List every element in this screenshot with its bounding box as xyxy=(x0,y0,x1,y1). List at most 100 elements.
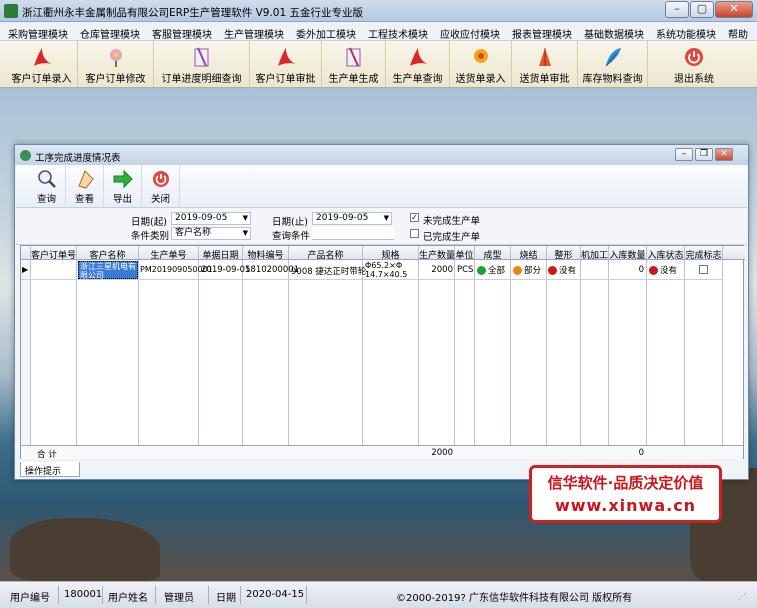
condition-type-label: 条件类别 xyxy=(131,231,170,242)
status-green-icon xyxy=(477,266,486,275)
promo-url[interactable]: www.xinwa.cn xyxy=(532,496,719,515)
cell-customer: 浙江三星机电有限公司 xyxy=(80,262,136,280)
view-button[interactable]: 查看 xyxy=(66,165,104,207)
child-toolbar: 查询 查看 导出 关闭 xyxy=(16,165,747,208)
table-row[interactable]: ▶ 浙江三星机电有限公司 PM201909050001 2019-09-05 1… xyxy=(21,261,723,280)
dropdown-arrow-icon: ▼ xyxy=(242,229,248,237)
progress-report-window: 工序完成进度情况表 – ❐ ✕ 查询 查看 导出 关闭 日期(起) 2019-0… xyxy=(14,144,749,480)
toolbar-stock-query[interactable]: 库存物料查询 xyxy=(578,41,648,87)
cell-spec-line2[interactable]: 14.7×40.5 xyxy=(365,270,407,279)
export-button[interactable]: 导出 xyxy=(104,165,142,207)
menu-purchase[interactable]: 采购管理模块 xyxy=(0,22,72,41)
magnifier-icon xyxy=(37,170,56,188)
tab-operation-hints[interactable]: 操作提示 xyxy=(20,462,80,477)
power-icon xyxy=(685,48,703,66)
toolbar-order-edit[interactable]: 客户订单修改 xyxy=(78,41,154,87)
child-title-bar: 工序完成进度情况表 – ❐ ✕ xyxy=(15,145,748,165)
status-orange-icon xyxy=(513,266,522,275)
row-pointer-icon: ▶ xyxy=(22,265,29,274)
cell-sintering[interactable]: 部分 xyxy=(513,264,541,276)
date-value: 2020-04-15 xyxy=(246,589,305,600)
cell-in-qty[interactable]: 0 xyxy=(609,265,644,275)
pdf-icon xyxy=(33,48,52,66)
window-title: 浙江衢州永丰金属制品有限公司ERP生产管理软件 V9.01 五金行业专业版 xyxy=(22,7,363,19)
menu-help[interactable]: 帮助 xyxy=(720,22,752,41)
app-icon xyxy=(4,4,18,18)
total-qty: 2000 xyxy=(431,448,453,458)
menu-production[interactable]: 生产管理模块 xyxy=(216,22,288,41)
date-to-picker[interactable]: 2019-09-05 ▼ xyxy=(312,212,392,225)
total-in-qty: 0 xyxy=(638,448,644,458)
toolbar-prod-query[interactable]: 生产单查询 xyxy=(386,41,450,87)
child-restore-button[interactable]: ❐ xyxy=(695,148,713,161)
finished-label: 已完成生产单 xyxy=(423,232,481,243)
menu-finance[interactable]: 应收应付模块 xyxy=(432,22,504,41)
progress-table: 客户订单号 客户名称 生产单号 单据日期 物料编号 产品名称 规格 生产数量 单… xyxy=(20,245,745,460)
close-button[interactable]: ✕ xyxy=(715,1,753,18)
condition-type-select[interactable]: 客户名称 ▼ xyxy=(171,227,251,240)
rock-left xyxy=(10,518,160,581)
user-name-value: 管理员 xyxy=(164,593,194,604)
maximize-button[interactable]: ▢ xyxy=(690,1,714,18)
query-button[interactable]: 查询 xyxy=(28,165,66,207)
toolbar-order-entry[interactable]: 客户订单录入 xyxy=(6,41,78,87)
status-bar: 用户编号 180001 用户姓名 管理员 日期 2020-04-15 ©2000… xyxy=(0,581,757,608)
cell-customer-selected[interactable]: 浙江三星机电有限公司 xyxy=(78,261,138,280)
toolbar-delivery-entry[interactable]: 送货单录入 xyxy=(450,41,512,87)
menu-service[interactable]: 客服管理模块 xyxy=(144,22,216,41)
child-title: 工序完成进度情况表 xyxy=(35,153,121,164)
date-from-label: 日期(起) xyxy=(131,217,167,228)
date-from-picker[interactable]: 2019-09-05 ▼ xyxy=(171,212,251,225)
table-body-lines xyxy=(21,260,723,445)
toolbar-delivery-approve[interactable]: 送货单审批 xyxy=(512,41,578,87)
date-label: 日期 xyxy=(216,593,236,604)
child-close-button[interactable]: ✕ xyxy=(715,148,733,161)
toolbar-prod-generate[interactable]: 生产单生成 xyxy=(322,41,386,87)
user-no-value: 180001 xyxy=(64,589,103,600)
menu-reports[interactable]: 报表管理模块 xyxy=(504,22,576,41)
cell-date[interactable]: 2019-09-05 xyxy=(201,265,250,275)
menu-outsource[interactable]: 委外加工模块 xyxy=(288,22,360,41)
toolbar-progress-query[interactable]: 订单进度明细查询 xyxy=(154,41,250,87)
flower-icon xyxy=(538,48,551,66)
toolbar-exit[interactable]: 退出系统 xyxy=(648,41,740,87)
cell-in-status[interactable]: 没有 xyxy=(649,264,677,276)
minimize-button[interactable]: – xyxy=(665,1,689,18)
clip-icon xyxy=(194,47,208,67)
close-window-button[interactable]: 关闭 xyxy=(142,165,180,207)
user-no-label: 用户编号 xyxy=(10,593,50,604)
total-row: 合 计 2000 0 xyxy=(21,445,743,460)
condition-input[interactable] xyxy=(312,227,394,240)
resize-grip-icon[interactable]: ⋰ xyxy=(738,592,746,601)
menu-warehouse[interactable]: 仓库管理模块 xyxy=(72,22,144,41)
window-icon xyxy=(20,150,31,161)
status-red-icon xyxy=(649,266,658,275)
cell-forming[interactable]: 全部 xyxy=(477,264,505,276)
child-minimize-button[interactable]: – xyxy=(675,148,693,161)
power-icon xyxy=(152,171,169,187)
unfinished-checkbox[interactable]: ✓ xyxy=(410,213,419,222)
pdf-icon xyxy=(277,48,296,66)
cell-shaping[interactable]: 没有 xyxy=(548,264,576,276)
done-flag-checkbox[interactable] xyxy=(699,265,708,274)
menu-engineering[interactable]: 工程技术模块 xyxy=(360,22,432,41)
finished-checkbox[interactable] xyxy=(410,229,419,238)
toolbar-order-approve[interactable]: 客户订单审批 xyxy=(250,41,322,87)
dropdown-arrow-icon: ▼ xyxy=(383,214,389,222)
unfinished-label: 未完成生产单 xyxy=(423,216,481,227)
feather-icon xyxy=(605,48,621,67)
promo-banner: 信华软件·品质决定价值 www.xinwa.cn xyxy=(529,465,722,523)
menu-system[interactable]: 系统功能模块 xyxy=(648,22,720,41)
title-bar: 浙江衢州永丰金属制品有限公司ERP生产管理软件 V9.01 五金行业专业版 – … xyxy=(0,0,757,22)
status-red-icon xyxy=(548,266,557,275)
flower-icon xyxy=(473,49,488,63)
cell-product[interactable]: 9008 捷达正时带轮 xyxy=(291,265,366,277)
cell-unit[interactable]: PCS xyxy=(457,265,473,275)
menu-bar: 采购管理模块 仓库管理模块 客服管理模块 生产管理模块 委外加工模块 工程技术模块 应收应付… xyxy=(0,22,757,41)
clip-icon xyxy=(346,47,360,67)
cell-qty[interactable]: 2000 xyxy=(419,265,453,275)
menu-basedata[interactable]: 基础数据模块 xyxy=(576,22,648,41)
cell-spec-line1[interactable]: Φ65.2×Φ xyxy=(365,261,402,270)
filter-panel: 日期(起) 2019-09-05 ▼ 日期(止) 2019-09-05 ▼ 条件类别… xyxy=(16,208,747,245)
flower-icon xyxy=(109,49,122,67)
